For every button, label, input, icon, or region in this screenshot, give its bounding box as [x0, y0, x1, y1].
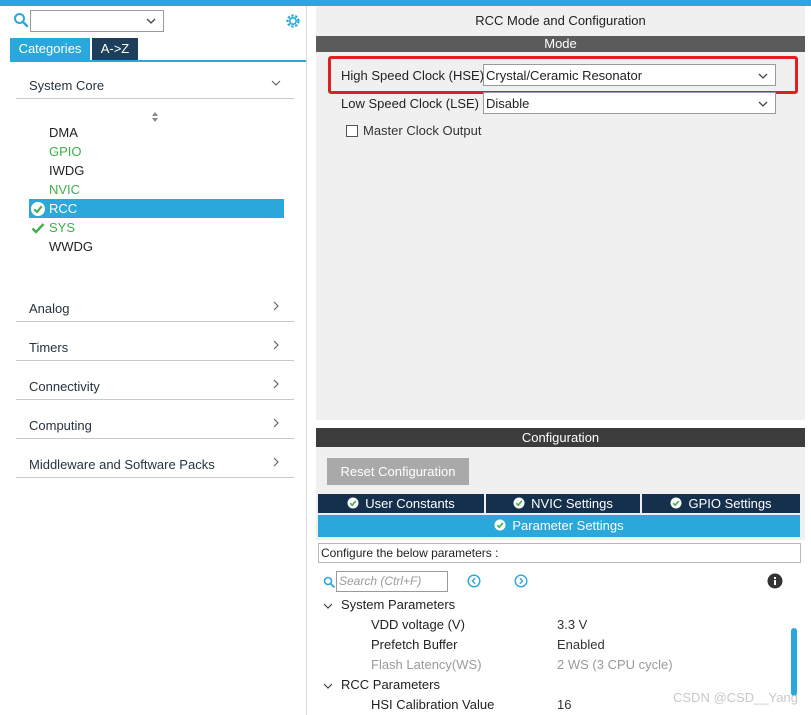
sidebar-item-label: WWDG	[49, 239, 94, 254]
sidebar-item-label: NVIC	[49, 182, 81, 197]
check-circle-icon	[31, 202, 45, 216]
vertical-scrollbar[interactable]	[791, 628, 797, 696]
gear-icon[interactable]	[284, 12, 302, 30]
sidebar-item-label: SYS	[49, 220, 76, 235]
param-name-flash-latency: Flash Latency(WS)	[371, 657, 482, 672]
tab-parameter-settings[interactable]: Parameter Settings	[318, 515, 800, 537]
category-computing[interactable]: Computing	[16, 409, 294, 439]
category-middleware[interactable]: Middleware and Software Packs	[16, 448, 294, 478]
check-circle-icon	[670, 497, 682, 509]
param-name-vdd: VDD voltage (V)	[371, 617, 465, 632]
check-circle-icon	[347, 497, 359, 509]
next-result-icon[interactable]	[514, 574, 528, 588]
lse-select[interactable]: Disable	[483, 92, 776, 114]
param-value-prefetch[interactable]: Enabled	[557, 637, 605, 652]
parameter-search-input[interactable]: Search (Ctrl+F)	[336, 571, 448, 592]
chevron-down-icon	[271, 80, 281, 86]
param-name-hsi-calibration: HSI Calibration Value	[371, 697, 495, 712]
lse-select-value: Disable	[486, 96, 530, 111]
chevron-right-icon	[273, 457, 279, 467]
chevron-down-icon	[323, 603, 333, 609]
chevron-down-icon	[758, 101, 768, 107]
right-panel: RCC Mode and Configuration Mode High Spe…	[316, 6, 811, 715]
tab-a-to-z[interactable]: A->Z	[92, 38, 138, 60]
left-panel: Categories A->Z System Core DMA GPIO IWD…	[0, 6, 307, 715]
hse-label: High Speed Clock (HSE)	[341, 68, 485, 83]
sidebar-item-label: RCC	[49, 201, 78, 216]
parameter-panel: Configure the below parameters : Search …	[316, 540, 805, 715]
check-circle-icon	[494, 519, 506, 531]
sidebar-item-nvic[interactable]: NVIC	[29, 180, 284, 199]
category-label: Analog	[29, 301, 70, 316]
tab-underline	[10, 60, 306, 62]
sidebar-item-iwdg[interactable]: IWDG	[29, 161, 284, 180]
sort-icon[interactable]	[150, 110, 160, 124]
category-label: System Core	[29, 78, 105, 93]
sidebar-item-rcc[interactable]: RCC	[29, 199, 284, 218]
chevron-down-icon	[758, 73, 768, 79]
configuration-area: Reset Configuration User Constants NVIC …	[316, 447, 805, 715]
watermark: CSDN @CSD__Yang	[673, 690, 798, 705]
panel-title: RCC Mode and Configuration	[316, 6, 805, 36]
chevron-right-icon	[273, 301, 279, 311]
search-icon	[14, 13, 29, 28]
param-name-prefetch: Prefetch Buffer	[371, 637, 458, 652]
param-value-flash-latency: 2 WS (3 CPU cycle)	[557, 657, 673, 672]
search-icon	[323, 576, 335, 588]
chevron-down-icon	[323, 683, 333, 689]
check-circle-icon	[513, 497, 525, 509]
category-label: Connectivity	[29, 379, 100, 394]
sidebar-item-label: IWDG	[49, 163, 85, 178]
tab-label: User Constants	[365, 496, 455, 511]
group-label: RCC Parameters	[341, 677, 440, 692]
category-system-core[interactable]: System Core	[16, 69, 294, 99]
param-value-vdd[interactable]: 3.3 V	[557, 617, 587, 632]
sidebar-item-label: DMA	[49, 125, 78, 140]
category-label: Computing	[29, 418, 92, 433]
category-label: Timers	[29, 340, 69, 355]
tab-user-constants[interactable]: User Constants	[318, 494, 484, 513]
chevron-down-icon	[146, 18, 156, 24]
chevron-right-icon	[273, 379, 279, 389]
hse-select-value: Crystal/Ceramic Resonator	[486, 68, 643, 83]
category-label: Middleware and Software Packs	[29, 457, 215, 472]
chevron-right-icon	[273, 418, 279, 428]
parameter-hint: Configure the below parameters :	[318, 543, 801, 563]
category-analog[interactable]: Analog	[16, 292, 294, 322]
checkmark-icon	[31, 223, 45, 234]
category-timers[interactable]: Timers	[16, 331, 294, 361]
group-label: System Parameters	[341, 597, 456, 612]
lse-label: Low Speed Clock (LSE)	[341, 96, 480, 111]
configuration-header: Configuration	[316, 428, 805, 447]
sidebar-item-dma[interactable]: DMA	[29, 123, 284, 142]
tab-gpio-settings[interactable]: GPIO Settings	[642, 494, 800, 513]
tab-label: GPIO Settings	[688, 496, 772, 511]
category-connectivity[interactable]: Connectivity	[16, 370, 294, 400]
tab-label: Parameter Settings	[512, 518, 624, 533]
search-combo[interactable]	[30, 10, 164, 32]
mode-area: High Speed Clock (HSE) Crystal/Ceramic R…	[316, 52, 805, 420]
mco-checkbox[interactable]	[346, 125, 358, 137]
mco-label: Master Clock Output	[363, 123, 482, 138]
hse-select[interactable]: Crystal/Ceramic Resonator	[483, 64, 776, 86]
param-value-hsi-calibration[interactable]: 16	[557, 697, 571, 712]
reset-configuration-button[interactable]: Reset Configuration	[327, 458, 469, 485]
tab-label: NVIC Settings	[531, 496, 613, 511]
tab-nvic-settings[interactable]: NVIC Settings	[486, 494, 640, 513]
sidebar-item-wwdg[interactable]: WWDG	[29, 237, 284, 256]
sidebar-item-label: GPIO	[49, 144, 82, 159]
tab-categories[interactable]: Categories	[10, 38, 90, 60]
search-row	[10, 9, 306, 33]
previous-result-icon[interactable]	[467, 574, 481, 588]
mode-header: Mode	[316, 36, 805, 52]
chevron-right-icon	[273, 340, 279, 350]
sidebar-item-gpio[interactable]: GPIO	[29, 142, 284, 161]
info-icon[interactable]	[767, 573, 783, 589]
sidebar-item-sys[interactable]: SYS	[29, 218, 284, 237]
